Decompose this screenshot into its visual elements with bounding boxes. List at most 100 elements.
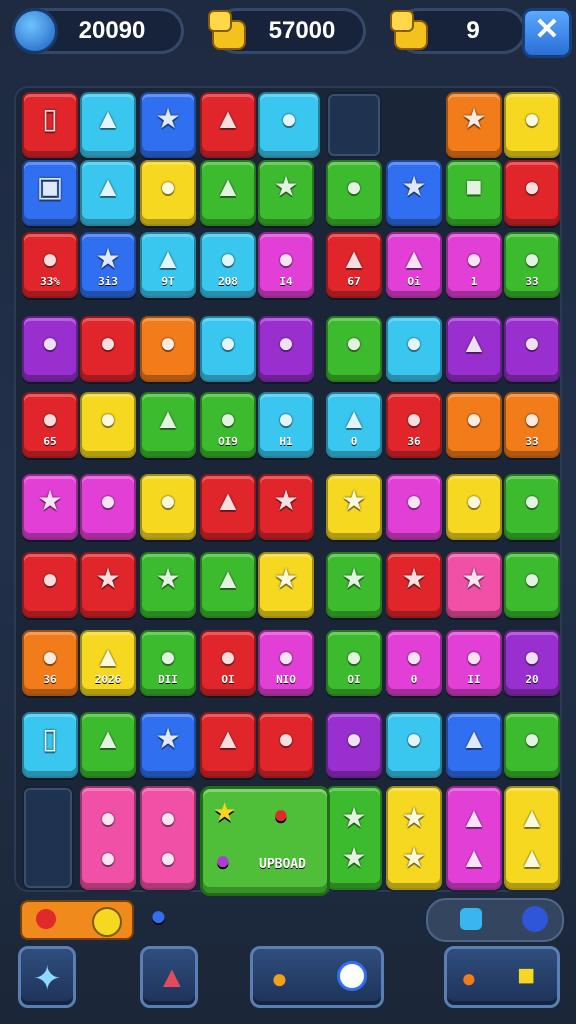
tile[interactable]: ▲	[446, 316, 502, 382]
tile[interactable]: ●	[80, 392, 136, 458]
tile[interactable]: ●	[326, 316, 382, 382]
tile[interactable]: ● 1	[446, 232, 502, 298]
tile[interactable]: ★	[326, 474, 382, 540]
tile[interactable]: ● I4	[258, 232, 314, 298]
status-pill[interactable]	[426, 898, 564, 942]
tile[interactable]: ●	[140, 160, 196, 226]
reward-button[interactable]: ● ■	[444, 946, 560, 1008]
tile[interactable]: ● II	[446, 630, 502, 696]
tile[interactable]: ★	[140, 552, 196, 618]
tile[interactable]: ▲	[200, 160, 256, 226]
tile[interactable]: ●	[140, 316, 196, 382]
upboad-tile[interactable]: ★ ● ● UPBOAD	[200, 786, 330, 896]
tile[interactable]: ▲	[80, 92, 136, 158]
fruit-icon: ■	[465, 170, 483, 202]
tile[interactable]: ● ●	[140, 786, 196, 890]
tile[interactable]: ▲ Oi	[386, 232, 442, 298]
tile[interactable]: ●	[80, 474, 136, 540]
tile[interactable]: ▣	[22, 160, 78, 226]
fruit-icon: ★	[341, 562, 367, 594]
tile[interactable]: ▯	[22, 92, 78, 158]
tile[interactable]: ● NIO	[258, 630, 314, 696]
tile[interactable]: ●	[504, 552, 560, 618]
boost-button[interactable]: ●	[250, 946, 384, 1008]
tile[interactable]: ★	[258, 160, 314, 226]
tile[interactable]: ● 208	[200, 232, 256, 298]
tile[interactable]: ● OI	[200, 630, 256, 696]
tile[interactable]: ● 20	[504, 630, 560, 696]
tile[interactable]: ★	[446, 552, 502, 618]
tile[interactable]: ●	[446, 392, 502, 458]
tile[interactable]: ▯	[22, 712, 78, 778]
tile[interactable]	[22, 786, 74, 890]
tile[interactable]: ▲	[200, 712, 256, 778]
tile[interactable]: ★	[22, 474, 78, 540]
tile[interactable]: ▲ 2026	[80, 630, 136, 696]
tile[interactable]: ●	[326, 160, 382, 226]
tile[interactable]	[326, 92, 382, 158]
tile[interactable]: ● 33%	[22, 232, 78, 298]
tile[interactable]: ●	[258, 316, 314, 382]
tile[interactable]: ●	[386, 316, 442, 382]
tile[interactable]: ▲	[200, 92, 256, 158]
tile[interactable]: ■	[446, 160, 502, 226]
tile[interactable]: ▲ ▲	[446, 786, 502, 890]
tile[interactable]: ▲	[80, 160, 136, 226]
tile[interactable]: ★	[326, 552, 382, 618]
tile[interactable]: ●	[504, 712, 560, 778]
fruit-icon: ▲	[214, 170, 242, 202]
tile[interactable]: ● ●	[80, 786, 136, 890]
tile[interactable]: ▲	[446, 712, 502, 778]
tile[interactable]: ▲	[140, 392, 196, 458]
tile[interactable]: ●	[386, 712, 442, 778]
tile[interactable]: ★	[80, 552, 136, 618]
tile[interactable]: ●	[258, 92, 320, 158]
tile[interactable]: ▲ 0	[326, 392, 382, 458]
tile[interactable]: ● DII	[140, 630, 196, 696]
tile[interactable]: ●	[22, 316, 78, 382]
tile[interactable]: ● OI9	[200, 392, 256, 458]
dial-icon[interactable]	[12, 8, 58, 54]
tile[interactable]: ★ ★	[386, 786, 442, 890]
tile[interactable]: ●	[326, 712, 382, 778]
tile[interactable]: ● 36	[22, 630, 78, 696]
close-button[interactable]: ✕	[522, 8, 572, 58]
tile[interactable]: ●	[504, 92, 560, 158]
potion-button[interactable]: ▲	[140, 946, 198, 1008]
tile[interactable]: ▲ 67	[326, 232, 382, 298]
tile[interactable]: ● 36	[386, 392, 442, 458]
tile[interactable]: ★	[140, 712, 196, 778]
tile[interactable]: ▲	[200, 552, 256, 618]
tile[interactable]: ★	[386, 160, 442, 226]
star-button[interactable]: ✦	[18, 946, 76, 1008]
tile[interactable]: ▲	[80, 712, 136, 778]
tile[interactable]: ★	[446, 92, 502, 158]
tile[interactable]: ●	[504, 316, 560, 382]
tile[interactable]: ● 65	[22, 392, 78, 458]
tile[interactable]: ● 33	[504, 392, 560, 458]
tile[interactable]: ★	[258, 552, 314, 618]
tile[interactable]: ●	[80, 316, 136, 382]
tile[interactable]: ★	[140, 92, 196, 158]
tile[interactable]: ★	[386, 552, 442, 618]
tile[interactable]: ★ 3i3	[80, 232, 136, 298]
fruit-icon: ●	[159, 484, 177, 516]
tile[interactable]: ▲	[200, 474, 256, 540]
tile[interactable]: ● H1	[258, 392, 314, 458]
tile[interactable]: ●	[504, 474, 560, 540]
tile[interactable]: ●	[386, 474, 442, 540]
tile[interactable]: ● OI	[326, 630, 382, 696]
tile[interactable]: ●	[258, 712, 314, 778]
tile[interactable]: ● 33	[504, 232, 560, 298]
tile[interactable]: ●	[140, 474, 196, 540]
tile[interactable]: ▲ 9T	[140, 232, 196, 298]
tile[interactable]: ●	[446, 474, 502, 540]
tile[interactable]: ★	[258, 474, 314, 540]
tile[interactable]: ▲ ▲	[504, 786, 560, 890]
tile[interactable]: ●	[504, 160, 560, 226]
tile[interactable]: ●	[22, 552, 78, 618]
toggle-switch[interactable]	[20, 900, 134, 940]
tile[interactable]: ★ ★	[326, 786, 382, 890]
tile[interactable]: ● 0	[386, 630, 442, 696]
tile[interactable]: ●	[200, 316, 256, 382]
